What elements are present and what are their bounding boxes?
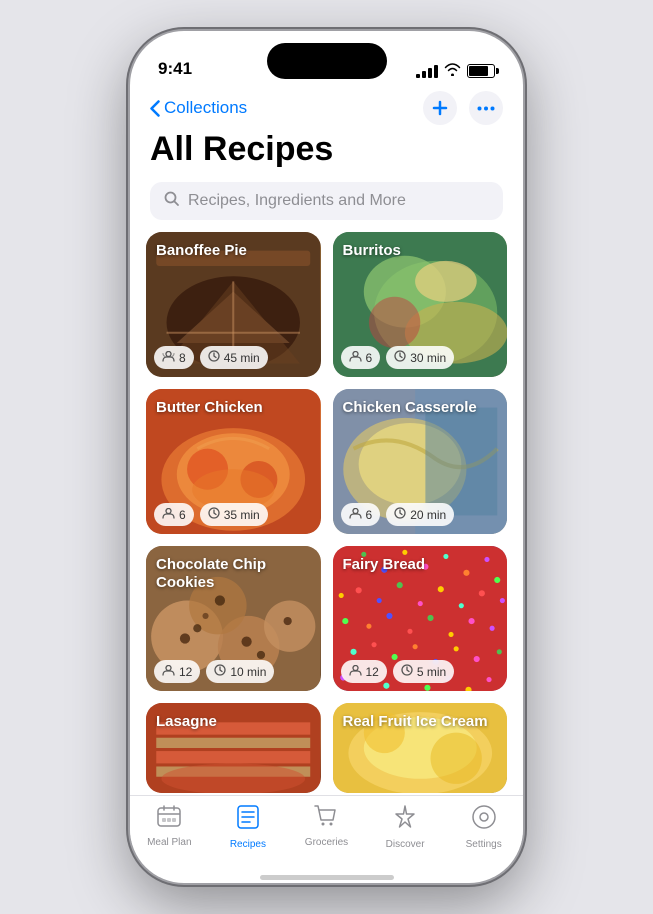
recipe-card-chocolate-chip-cookies[interactable]: Chocolate Chip Cookies 12 10 min bbox=[146, 546, 321, 691]
time-badge-banoffee: 45 min bbox=[200, 346, 268, 369]
status-time: 9:41 bbox=[158, 59, 192, 79]
page-title: All Recipes bbox=[150, 131, 503, 168]
recipe-name-banoffee: Banoffee Pie bbox=[156, 242, 311, 260]
recipe-meta-banoffee: 8 45 min bbox=[154, 346, 313, 369]
servings-badge-fairy: 12 bbox=[341, 660, 387, 683]
more-options-button[interactable] bbox=[469, 91, 503, 125]
add-recipe-button[interactable] bbox=[423, 91, 457, 125]
clock-icon-choc bbox=[214, 664, 226, 679]
recipe-card-fairy-bread[interactable]: Fairy Bread 12 5 min bbox=[333, 546, 508, 691]
servings-badge-choc: 12 bbox=[154, 660, 200, 683]
discover-icon bbox=[392, 804, 418, 836]
time-badge-butter-chicken: 35 min bbox=[200, 503, 268, 526]
tab-meal-plan-label: Meal Plan bbox=[147, 837, 191, 848]
recipe-name-lasagne: Lasagne bbox=[156, 713, 311, 731]
servings-badge-burritos: 6 bbox=[341, 346, 381, 369]
recipes-scroll: Banoffee Pie 8 45 min bbox=[130, 232, 523, 795]
recipe-meta-butter-chicken: 6 35 min bbox=[154, 503, 313, 526]
clock-icon-fairy bbox=[401, 664, 413, 679]
recipe-card-banoffee-pie[interactable]: Banoffee Pie 8 45 min bbox=[146, 232, 321, 377]
recipe-card-real-fruit-ice-cream[interactable]: Real Fruit Ice Cream bbox=[333, 703, 508, 793]
recipe-meta-chicken-casserole: 6 20 min bbox=[341, 503, 500, 526]
recipe-meta-fairy-bread: 12 5 min bbox=[341, 660, 500, 683]
tab-groceries[interactable]: Groceries bbox=[287, 804, 366, 848]
back-label: Collections bbox=[164, 98, 247, 118]
status-icons bbox=[416, 63, 495, 79]
time-badge-cc: 20 min bbox=[386, 503, 454, 526]
signal-bars-icon bbox=[416, 65, 438, 78]
tab-settings-label: Settings bbox=[466, 839, 502, 850]
battery-icon bbox=[467, 64, 495, 78]
tab-bar: Meal Plan Recipes Groceries bbox=[130, 795, 523, 877]
nav-bar: Collections bbox=[130, 87, 523, 129]
search-bar[interactable]: Recipes, Ingredients and More bbox=[150, 182, 503, 220]
recipe-name-choc-chip: Chocolate Chip Cookies bbox=[156, 556, 311, 592]
wifi-icon bbox=[444, 63, 461, 79]
recipes-icon bbox=[236, 804, 260, 836]
tab-groceries-label: Groceries bbox=[305, 837, 348, 848]
servings-icon-cc bbox=[349, 508, 362, 522]
recipe-name-chicken-casserole: Chicken Casserole bbox=[343, 399, 498, 417]
servings-icon-choc bbox=[162, 665, 175, 679]
servings-icon bbox=[162, 351, 175, 365]
home-indicator bbox=[130, 877, 523, 883]
recipe-name-real-fruit: Real Fruit Ice Cream bbox=[343, 713, 498, 731]
phone-frame: 9:41 Col bbox=[130, 31, 523, 883]
recipe-name-fairy-bread: Fairy Bread bbox=[343, 556, 498, 574]
clock-icon-cc bbox=[394, 507, 406, 522]
recipe-meta-burritos: 6 30 min bbox=[341, 346, 500, 369]
recipe-name-burritos: Burritos bbox=[343, 242, 498, 260]
page-header: All Recipes bbox=[130, 129, 523, 178]
recipe-card-lasagne[interactable]: Lasagne bbox=[146, 703, 321, 793]
tab-meal-plan[interactable]: Meal Plan bbox=[130, 804, 209, 848]
clock-icon-burritos bbox=[394, 350, 406, 365]
recipe-card-burritos[interactable]: Burritos 6 30 min bbox=[333, 232, 508, 377]
servings-badge-butter-chicken: 6 bbox=[154, 503, 194, 526]
time-badge-fairy: 5 min bbox=[393, 660, 454, 683]
servings-icon-fairy bbox=[349, 665, 362, 679]
servings-icon-bc bbox=[162, 508, 175, 522]
back-button[interactable]: Collections bbox=[150, 98, 247, 118]
tab-settings[interactable]: Settings bbox=[444, 804, 523, 850]
servings-badge-cc: 6 bbox=[341, 503, 381, 526]
servings-badge-banoffee: 8 bbox=[154, 346, 194, 369]
recipes-grid: Banoffee Pie 8 45 min bbox=[146, 232, 507, 793]
tab-recipes-label: Recipes bbox=[230, 839, 266, 850]
search-icon bbox=[164, 191, 180, 211]
time-badge-burritos: 30 min bbox=[386, 346, 454, 369]
search-placeholder: Recipes, Ingredients and More bbox=[188, 192, 406, 210]
recipe-card-butter-chicken[interactable]: Butter Chicken 6 35 min bbox=[146, 389, 321, 534]
settings-icon bbox=[471, 804, 497, 836]
tab-discover-label: Discover bbox=[386, 839, 425, 850]
servings-icon-burritos bbox=[349, 351, 362, 365]
tab-recipes[interactable]: Recipes bbox=[209, 804, 288, 850]
time-badge-choc: 10 min bbox=[206, 660, 274, 683]
recipe-meta-choc-chip: 12 10 min bbox=[154, 660, 313, 683]
clock-icon bbox=[208, 350, 220, 365]
meal-plan-icon bbox=[156, 804, 182, 834]
home-bar bbox=[260, 875, 394, 880]
dynamic-island bbox=[267, 43, 387, 79]
recipe-card-chicken-casserole[interactable]: Chicken Casserole 6 20 min bbox=[333, 389, 508, 534]
nav-actions bbox=[423, 91, 503, 125]
tab-discover[interactable]: Discover bbox=[366, 804, 445, 850]
groceries-icon bbox=[313, 804, 339, 834]
clock-icon-bc bbox=[208, 507, 220, 522]
recipe-name-butter-chicken: Butter Chicken bbox=[156, 399, 311, 417]
